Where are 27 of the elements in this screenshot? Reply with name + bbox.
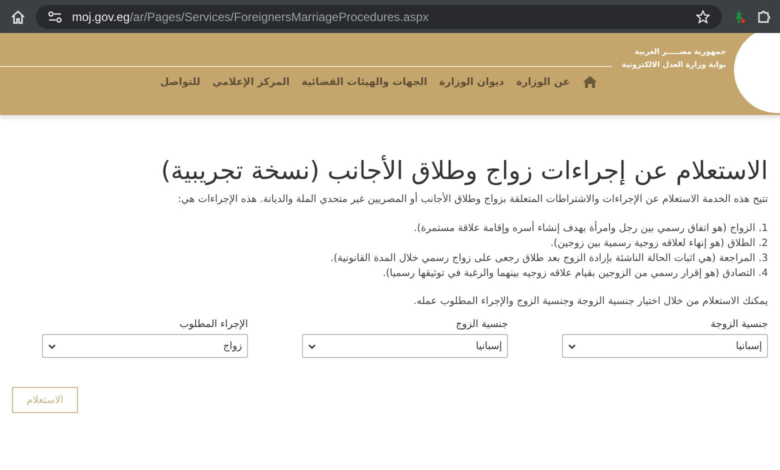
field-label: جنسية الزوجة: [710, 319, 768, 330]
home-icon[interactable]: [10, 8, 26, 24]
site-settings-icon: [48, 10, 62, 22]
nav-link[interactable]: الجهات والهيئات القضائية: [302, 76, 428, 88]
intro-text: تتيح هذه الخدمة الاستعلام عن الإجراءات والاشتراطات المتعلقة بزواج وطلاق الأجانب أو المصريين غير متحدي الملة والديانة. هذه الإجراءات هي:: [176, 192, 768, 207]
procedure-item: 3. المراجعة (هي اثبات الحالة الناشئة بإرادة الزوج بعد طلاق رجعى على زواج رسمي خلال المدة القانونية).: [329, 252, 768, 266]
page-title: الاستعلام عن إجراءات زواج وطلاق الأجانب (نسخة تجريبية): [160, 154, 768, 188]
caret-icon: [48, 344, 56, 348]
puzzle-icon[interactable]: [756, 8, 772, 24]
hint-text: يمكنك الاستعلام من خلال اختيار جنسية الزوجة وجنسية الزوج والإجراء المطلوب عمله.: [412, 295, 768, 309]
procedure-item: 2. الطلاق (هو إنهاء لعلاقه زوجية رسمية بين زوجين).: [549, 237, 768, 251]
star-icon[interactable]: [696, 10, 710, 24]
caret-icon: [308, 344, 316, 348]
nav-link[interactable]: عن الوزارة: [516, 76, 570, 88]
procedure-item: 1. الزواج (هو اتفاق رسمي بين رجل وامرأة بهدف إنشاء أسره وإقامة علاقة مستمرة).: [412, 221, 768, 236]
select-field[interactable]: إسبانيا: [562, 334, 768, 358]
field-label: جنسية الزوج: [454, 319, 508, 330]
nav-link[interactable]: المركز الإعلامي: [212, 76, 290, 88]
field-label: الإجراء المطلوب: [178, 319, 248, 330]
url-text: moj.gov.eg/ar/Pages/Services/ForeignersMarriageProcedures.aspx: [72, 10, 430, 24]
caret-icon: [568, 344, 576, 348]
address-bar[interactable]: moj.gov.eg/ar/Pages/Services/ForeignersMarriageProcedures.aspx: [36, 4, 722, 28]
nav-link[interactable]: ديوان الوزارة: [439, 76, 504, 88]
select-field[interactable]: إسبانيا: [302, 334, 508, 358]
nav-link[interactable]: للتواصل: [160, 76, 200, 88]
select-field[interactable]: زواج: [42, 334, 248, 358]
procedure-item: 4. التصادق (هو إقرار رسمي من الزوجين بقيام علاقه زوجيه بينهما والرغبة في توثيقها رسميا).: [382, 267, 768, 281]
